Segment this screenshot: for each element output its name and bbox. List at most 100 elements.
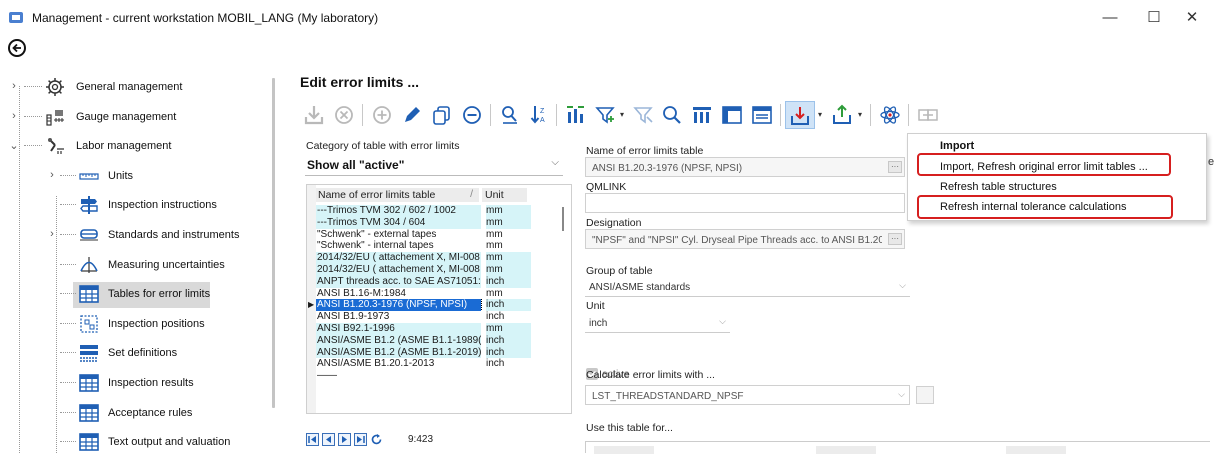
tree-item-acceptance-rules[interactable]: Acceptance rules xyxy=(0,398,268,428)
back-button[interactable] xyxy=(8,39,26,57)
app-icon xyxy=(9,12,23,23)
chevron-down-icon: ⌵ xyxy=(719,316,726,326)
table-row[interactable]: "Schwenk" - internal tapes mm xyxy=(316,240,561,252)
chevron-right-icon[interactable]: › xyxy=(47,228,57,240)
category-select[interactable]: Show all "active" ⌵ xyxy=(305,154,563,176)
next-record-button[interactable] xyxy=(338,433,351,446)
column-header-name[interactable]: Name of error limits table / xyxy=(316,188,479,202)
form-view-button[interactable] xyxy=(748,101,776,129)
table-row[interactable]: —— xyxy=(316,370,561,382)
statistics-button[interactable] xyxy=(562,101,590,129)
edit-button[interactable] xyxy=(398,101,426,129)
maximize-button[interactable]: ☐ xyxy=(1134,4,1174,32)
cell-unit: inch xyxy=(486,275,531,288)
find-button[interactable] xyxy=(496,101,524,129)
cell-name: ANSI/ASME B1.2 (ASME B1.1-1989(R xyxy=(316,334,481,347)
group-select[interactable]: ANSI/ASME standards ⌵ xyxy=(585,277,910,297)
table-row[interactable]: "Schwenk" - external tapes mm xyxy=(316,229,561,241)
table-row[interactable]: ---Trimos TVM 304 / 604 mm xyxy=(316,216,561,229)
calc-select[interactable]: LST_THREADSTANDARD_NPSF ⌵ xyxy=(585,385,910,405)
cancel-button[interactable] xyxy=(330,101,358,129)
cell-unit: mm xyxy=(486,240,503,252)
cell-name: "Schwenk" - internal tapes xyxy=(317,240,434,252)
export-dropdown-arrow[interactable]: ▾ xyxy=(858,110,862,119)
tree-item-label: Standards and instruments xyxy=(108,229,240,241)
clear-filter-button[interactable] xyxy=(630,101,658,129)
link-button[interactable] xyxy=(914,101,942,129)
unit-select[interactable]: inch ⌵ xyxy=(585,313,730,333)
grid-scrollbar[interactable] xyxy=(562,207,564,231)
table-row[interactable]: ANSI B1.20.3-1976 (NPSF, NPSI) inch xyxy=(316,299,561,312)
tree-item-label: Set definitions xyxy=(108,347,178,360)
import-dropdown-arrow[interactable]: ▾ xyxy=(818,110,822,119)
name-field[interactable]: ANSI B1.20.3-1976 (NPSF, NPSI) ··· xyxy=(585,157,905,177)
table-row[interactable]: ANSI/ASME B1.2 (ASME B1.1-2019) inch xyxy=(316,346,561,359)
form-view-icon xyxy=(752,106,772,124)
table-view-button[interactable] xyxy=(718,101,746,129)
column-header-unit[interactable]: Unit xyxy=(482,188,527,202)
sort-button[interactable]: ZA xyxy=(526,101,554,129)
gauge-icon xyxy=(44,106,66,128)
columns-button[interactable] xyxy=(688,101,716,129)
chevron-down-icon[interactable]: ⌄ xyxy=(9,139,19,152)
filter-button[interactable] xyxy=(592,101,620,129)
tree-item-label: Inspection instructions xyxy=(108,199,217,212)
tree-item-gauge-management[interactable]: › Gauge management xyxy=(0,102,268,132)
refresh-icon xyxy=(371,434,382,445)
plus-circle-icon xyxy=(373,106,391,124)
table-row[interactable]: 2014/32/EU ( attachement X, MI-008 mm xyxy=(316,252,561,264)
filter-dropdown-arrow[interactable]: ▾ xyxy=(620,110,624,119)
add-button[interactable] xyxy=(368,101,396,129)
chevron-down-icon: ⌵ xyxy=(899,280,906,290)
tree-item-labor-management[interactable]: ⌄ Labor management xyxy=(0,131,268,161)
tree-item-label: General management xyxy=(76,81,183,93)
qmlink-field[interactable] xyxy=(585,193,905,213)
panel-splitter[interactable] xyxy=(272,78,275,408)
tree-item-standards-and-instruments[interactable]: › Standards and instruments xyxy=(0,220,268,250)
next-icon xyxy=(342,436,347,443)
table-row[interactable]: ANSI/ASME B1.2 (ASME B1.1-1989(R inch xyxy=(316,334,561,347)
close-button[interactable]: ✕ xyxy=(1172,4,1212,32)
tree-item-general-management[interactable]: › General management xyxy=(0,72,268,102)
delete-button[interactable] xyxy=(458,101,486,129)
lab-icon xyxy=(44,135,66,157)
save-button[interactable] xyxy=(300,101,328,129)
table-row[interactable]: ANPT threads acc. to SAE AS71051: inch xyxy=(316,275,561,288)
category-value: Show all "active" xyxy=(307,158,405,172)
cell-unit: mm xyxy=(486,228,503,240)
use-for-options xyxy=(585,441,1210,454)
tree-item-measuring-uncertainties[interactable]: Measuring uncertainties xyxy=(0,250,268,280)
table-row[interactable]: ANSI/ASME B1.20.1-2013 inch xyxy=(316,358,561,370)
clear-filter-icon xyxy=(633,107,653,124)
atom-button[interactable] xyxy=(876,101,904,129)
table-row[interactable]: ANSI B92.1-1996 mm xyxy=(316,323,561,335)
tree-item-tables-for-error-limits[interactable]: Tables for error limits xyxy=(0,279,268,309)
use-for-label: Use this table for... xyxy=(586,422,673,434)
search-button[interactable] xyxy=(658,101,686,129)
table-row[interactable]: ---Trimos TVM 302 / 602 / 1002 mm xyxy=(316,205,561,217)
table-row[interactable]: 2014/32/EU ( attachement X, MI-008 mm xyxy=(316,264,561,276)
previous-record-button[interactable] xyxy=(322,433,335,446)
tree-item-units[interactable]: › Units xyxy=(0,161,268,191)
last-record-button[interactable] xyxy=(354,433,367,446)
refresh-button[interactable] xyxy=(370,433,383,446)
table-row[interactable]: ANSI B1.9-1973 inch xyxy=(316,311,561,323)
chevron-right-icon[interactable]: › xyxy=(9,110,19,122)
current-row-pointer-icon: ▶ xyxy=(308,300,315,310)
minimize-button[interactable]: — xyxy=(1090,4,1130,32)
calc-extra-button[interactable] xyxy=(916,386,934,404)
export-button[interactable] xyxy=(828,101,856,129)
tree-item-inspection-positions[interactable]: Inspection positions xyxy=(0,309,268,339)
copy-button[interactable] xyxy=(428,101,456,129)
cell-unit: inch xyxy=(486,358,505,370)
designation-field[interactable]: "NPSF" and "NPSI" Cyl. Dryseal Pipe Thre… xyxy=(585,229,905,249)
tree-item-set-definitions[interactable]: Set definitions xyxy=(0,338,268,368)
tree-item-inspection-results[interactable]: Inspection results xyxy=(0,368,268,398)
chevron-right-icon[interactable]: › xyxy=(9,80,19,92)
tree-item-inspection-instructions[interactable]: Inspection instructions xyxy=(0,190,268,220)
table-row[interactable]: ANSI B1.16-M:1984 mm xyxy=(316,288,561,300)
import-button[interactable] xyxy=(785,101,815,129)
chevron-right-icon[interactable]: › xyxy=(47,169,57,181)
menu-item-refresh-structures[interactable]: Refresh table structures xyxy=(940,181,1057,193)
first-record-button[interactable] xyxy=(306,433,319,446)
